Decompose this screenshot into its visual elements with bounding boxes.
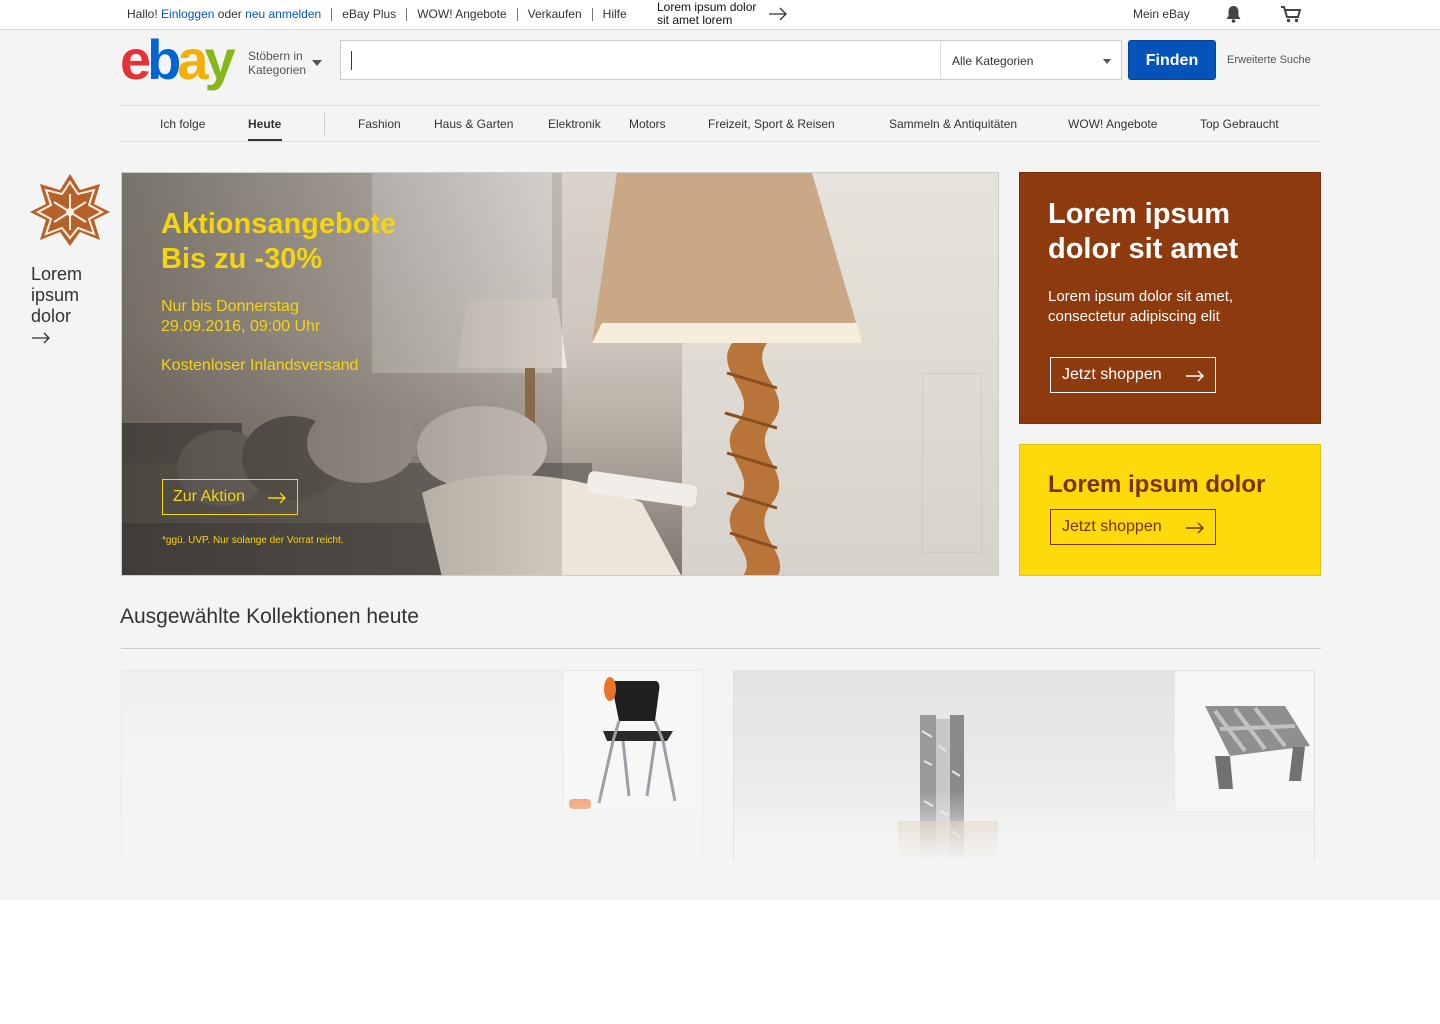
nav-item-top-used[interactable]: Top Gebraucht [1200,117,1279,131]
wow-deals-link[interactable]: WOW! Angebote [417,7,506,21]
find-button[interactable]: Finden [1128,40,1216,80]
ebay-logo[interactable]: ebay [120,32,236,88]
page: Hallo! Einloggen oder neu anmelden eBay … [0,0,1440,900]
nav-item-collectibles[interactable]: Sammeln & Antiquitäten [889,117,1017,131]
or-text: oder [217,7,242,21]
promo-brown-text: Lorem ipsum dolor sit amet, consectetur … [1048,288,1234,325]
browse-categories-button[interactable]: Stöbern in Kategorien [248,49,306,77]
login-link[interactable]: Einloggen [161,7,214,21]
chevron-down-icon[interactable] [312,60,322,66]
category-select-value: Alle Kategorien [952,54,1034,68]
promo-card-yellow[interactable]: Lorem ipsum dolor Jetzt shoppen [1019,444,1321,576]
ebay-plus-link[interactable]: eBay Plus [342,7,396,21]
category-nav: Ich folge Heute Fashion Haus & Garten El… [121,105,1321,142]
cart-icon[interactable] [1280,5,1302,23]
chevron-down-icon [1103,59,1111,64]
divider [331,7,333,21]
arrow-right-icon [1186,370,1204,382]
divider [324,113,325,135]
nav-item-fashion[interactable]: Fashion [358,117,401,131]
arrow-right-icon [769,7,787,21]
top-promo-line2: sit amet lorem [657,13,733,27]
divider [516,7,518,21]
collection-fade [122,791,702,860]
promo-yellow-shop-button[interactable]: Jetzt shoppen [1050,509,1216,545]
collection-fade [734,791,1314,860]
promo-yellow-title: Lorem ipsum dolor [1048,471,1266,498]
active-tab-indicator [248,139,282,141]
collection-card[interactable] [121,670,703,860]
sell-link[interactable]: Verkaufen [528,7,582,21]
arrow-right-icon [268,492,286,504]
divider [406,7,408,21]
nav-item-today[interactable]: Heute [248,117,281,131]
arrow-right-icon [1186,522,1204,534]
collections-title: Ausgewählte Kollektionen heute [120,605,419,628]
nav-item-electronics[interactable]: Elektronik [548,117,601,131]
hero-shipping: Kostenloser Inlandsversand [161,357,359,374]
divider [591,7,593,21]
nav-item-following[interactable]: Ich folge [160,117,205,131]
hero-banner[interactable]: Aktionsangebote Bis zu -30% Nur bis Donn… [121,172,999,576]
side-promo-link[interactable]: Lorem ipsum dolor [31,264,82,327]
collection-thumbnail[interactable] [1174,671,1314,811]
promo-card-brown[interactable]: Lorem ipsum dolor sit amet Lorem ipsum d… [1019,172,1321,424]
collection-thumbnail[interactable] [562,671,702,811]
top-promo-link[interactable]: Lorem ipsum dolor sit amet lorem [657,1,756,27]
arrow-right-icon [32,332,50,344]
bell-icon[interactable] [1225,5,1242,23]
nav-item-motors[interactable]: Motors [629,117,666,131]
tablet-stand-image [1205,706,1310,789]
top-bar: Hallo! Einloggen oder neu anmelden eBay … [0,0,1440,30]
category-select[interactable]: Alle Kategorien [940,40,1122,80]
hero-date: Nur bis Donnerstag 29.09.2016, 09:00 Uhr [161,298,321,335]
divider [121,648,1321,649]
promo-brown-shop-button[interactable]: Jetzt shoppen [1050,357,1216,393]
nav-item-home-garden[interactable]: Haus & Garten [434,117,513,131]
promo-brown-title: Lorem ipsum dolor sit amet [1048,198,1239,265]
text-cursor [351,51,352,70]
register-link[interactable]: neu anmelden [245,7,321,21]
help-link[interactable]: Hilfe [603,7,627,21]
greeting-text: Hallo! [127,7,158,21]
hero-cta-button[interactable]: Zur Aktion [162,479,298,515]
top-bar-left: Hallo! Einloggen oder neu anmelden eBay … [127,7,627,21]
hero-disclaimer: *ggü. UVP. Nur solange der Vorrat reicht… [162,535,344,546]
nav-item-leisure[interactable]: Freizeit, Sport & Reisen [708,117,835,131]
search-input[interactable] [340,40,941,80]
my-ebay-link[interactable]: Mein eBay [1133,7,1190,21]
gingerbread-star-icon[interactable] [28,172,112,248]
collection-card[interactable] [733,670,1315,860]
chair-image [569,677,677,809]
browse-line2: Kategorien [248,63,307,77]
browse-line1: Stöbern in [248,49,303,63]
advanced-search-link[interactable]: Erweiterte Suche [1227,54,1311,66]
hero-title: Aktionsangebote Bis zu -30% [161,208,397,275]
nav-item-wow-deals[interactable]: WOW! Angebote [1068,117,1157,131]
